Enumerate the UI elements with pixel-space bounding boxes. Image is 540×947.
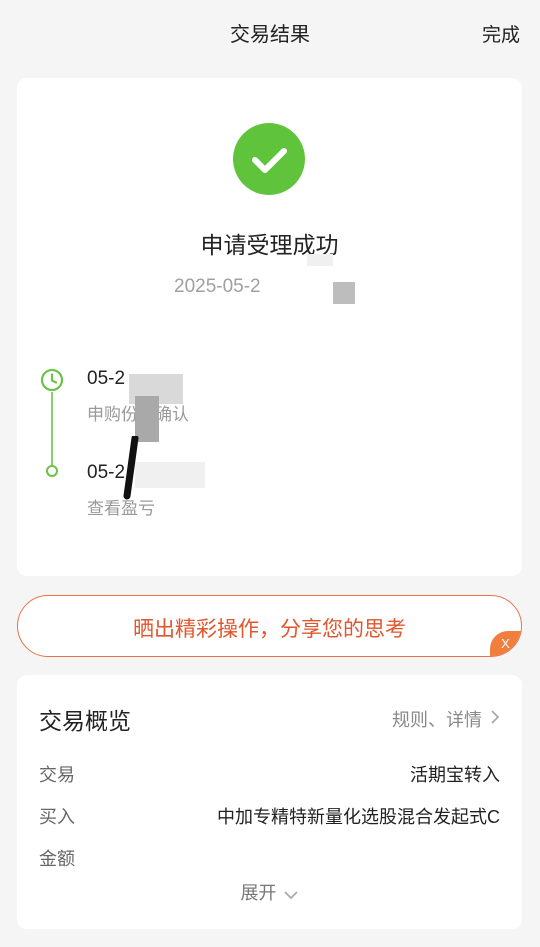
rules-details-label: 规则、详情 [392, 710, 482, 730]
top-bar: 交易结果 完成 [0, 0, 540, 64]
row-key: 买入 [39, 807, 75, 827]
pen-scribble [123, 436, 139, 500]
expand-button[interactable]: 展开 [17, 879, 522, 905]
overview-row: 金额 [39, 845, 500, 871]
clock-icon [40, 368, 64, 392]
page-title: 交易结果 [230, 24, 310, 46]
share-banner[interactable]: 晒出精彩操作，分享您的思考 X [17, 595, 522, 657]
expand-label: 展开 [240, 883, 277, 903]
overview-title: 交易概览 [39, 708, 131, 734]
row-key: 金额 [39, 849, 75, 869]
result-title: 申请受理成功 [200, 232, 339, 258]
timeline-date: 05-2 [87, 368, 126, 389]
overview-card: 交易概览 规则、详情 交易 活期宝转入 买入 中加专精特新量化选股混合发起式C … [17, 675, 522, 929]
chevron-down-icon [283, 884, 299, 905]
overview-row: 买入 中加专精特新量化选股混合发起式C [39, 803, 500, 829]
overview-row: 交易 活期宝转入 [39, 761, 500, 787]
row-value: 活期宝转入 [410, 765, 500, 785]
share-text: 晒出精彩操作，分享您的思考 [133, 618, 406, 641]
redaction-mark [307, 254, 333, 266]
result-time: 2025-05-2 [174, 276, 261, 297]
row-key: 交易 [39, 765, 75, 785]
redaction-mark [333, 282, 355, 304]
check-circle-icon [233, 123, 305, 195]
row-value: 中加专精特新量化选股混合发起式C [217, 807, 500, 827]
result-card: 申请受理成功 2025-05-2 05-2 申购份额确认 05-2 查看盈亏 [17, 78, 522, 576]
timeline-dot [46, 465, 58, 477]
timeline-line [51, 390, 53, 470]
done-button[interactable]: 完成 [482, 20, 520, 47]
chevron-right-icon [490, 709, 500, 730]
rules-details-link[interactable]: 规则、详情 [392, 706, 500, 732]
